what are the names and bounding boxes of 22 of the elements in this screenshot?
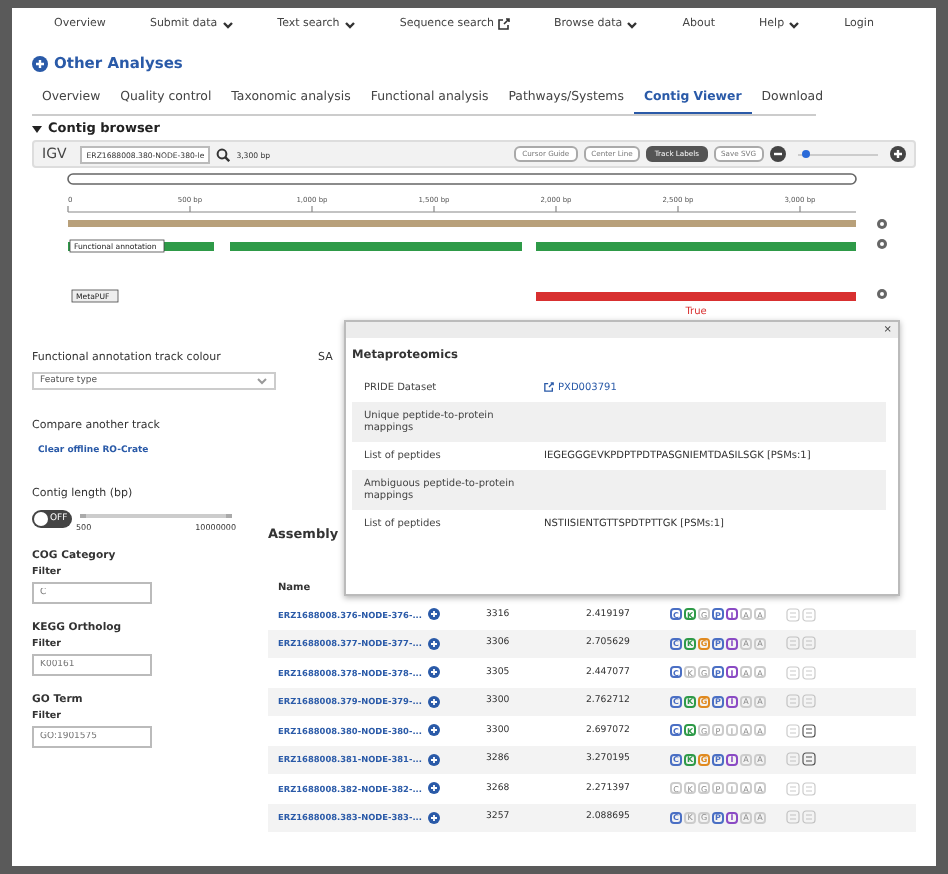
chevron-down-icon xyxy=(256,376,268,386)
add-icon[interactable] xyxy=(427,637,440,650)
zoom-in-icon[interactable] xyxy=(890,146,906,162)
add-icon[interactable] xyxy=(427,782,440,795)
external-link-icon xyxy=(544,382,554,392)
chevron-down-icon xyxy=(221,19,234,29)
chevron-down-icon xyxy=(343,19,356,29)
add-icon[interactable] xyxy=(427,666,440,679)
zoom-slider-thumb[interactable] xyxy=(802,149,810,157)
chevron-down-icon xyxy=(626,19,639,29)
chevron-down-icon xyxy=(788,19,801,29)
external-link-icon xyxy=(497,18,510,30)
expand-icon[interactable] xyxy=(32,55,48,71)
add-icon[interactable] xyxy=(427,724,440,737)
add-icon[interactable] xyxy=(427,608,440,621)
caret-down-icon[interactable] xyxy=(32,123,42,133)
gear-icon[interactable] xyxy=(877,289,887,299)
add-icon[interactable] xyxy=(427,695,440,708)
add-icon[interactable] xyxy=(427,753,440,766)
zoom-out-icon[interactable] xyxy=(770,146,786,162)
add-icon[interactable] xyxy=(427,811,440,824)
search-icon[interactable] xyxy=(216,147,231,161)
